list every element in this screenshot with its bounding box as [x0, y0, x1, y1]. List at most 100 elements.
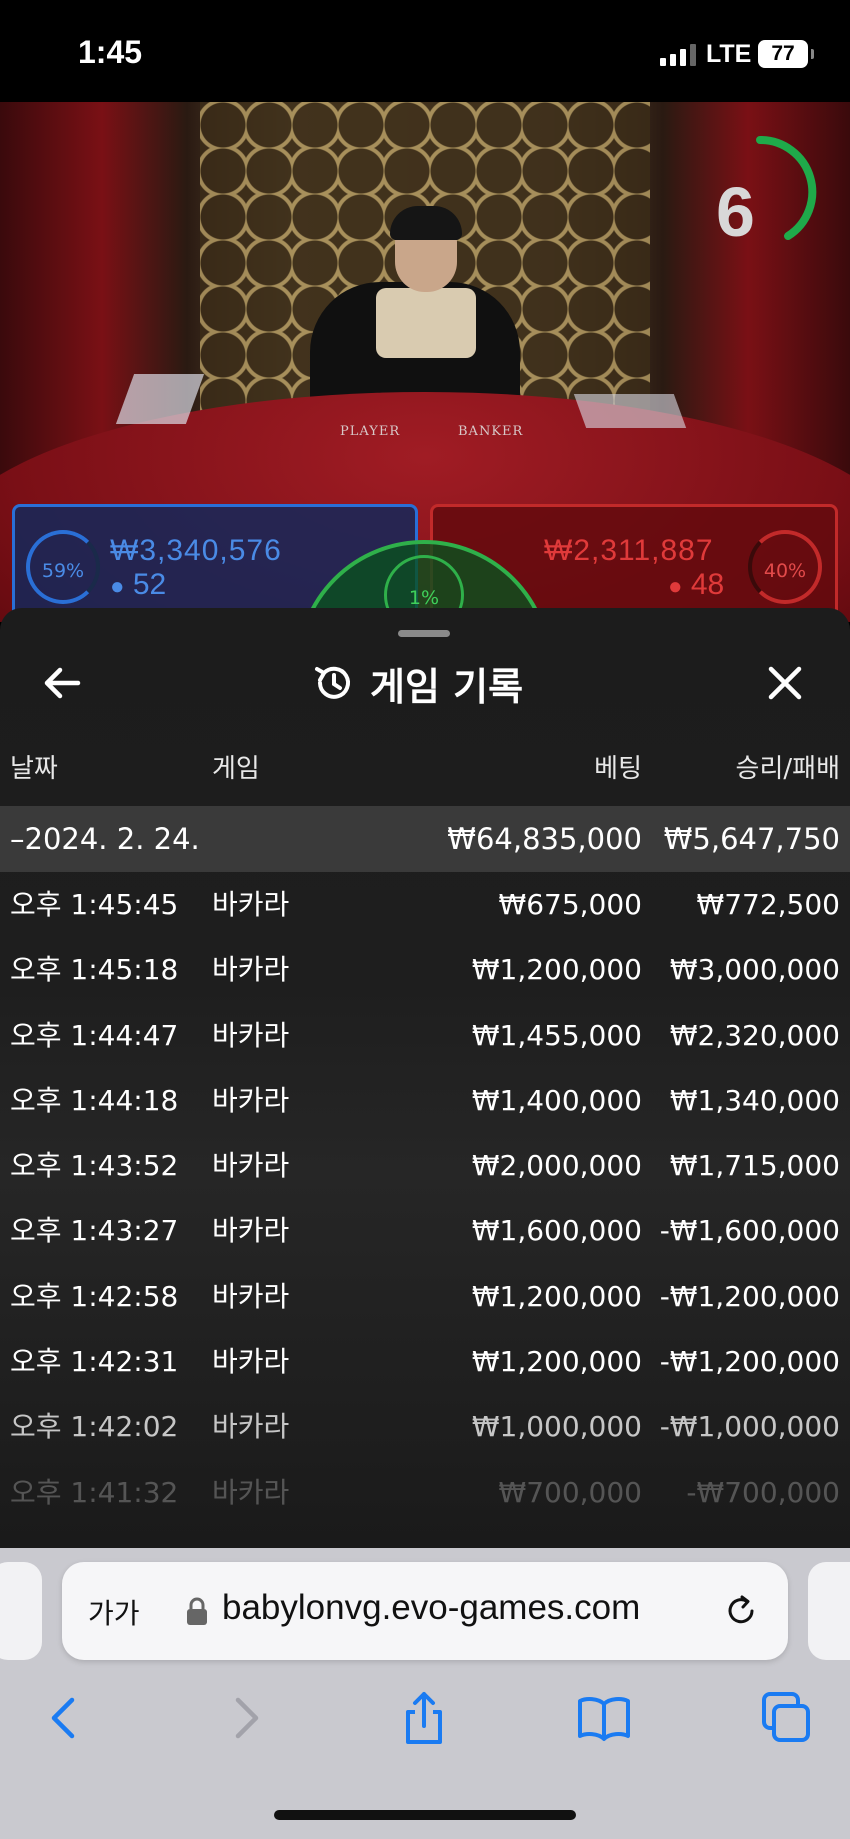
row-game: 바카라: [212, 1149, 290, 1183]
row-time: 오후 1:42:31: [10, 1345, 179, 1379]
column-game: 게임: [212, 754, 260, 784]
row-time: 오후 1:42:02: [10, 1410, 179, 1444]
url-text: babylonvg.evo-games.com: [222, 1588, 641, 1627]
table-player-text: PLAYER: [340, 424, 401, 439]
row-bet: ₩1,455,000: [471, 1018, 642, 1052]
row-win-loss: -₩1,200,000: [659, 1279, 840, 1313]
back-arrow-icon[interactable]: [38, 658, 88, 708]
user-icon: ●: [668, 573, 683, 600]
row-game: 바카라: [212, 888, 290, 921]
history-row[interactable]: 오후 1:43:52 바카라 ₩2,000,000 ₩1,715,000: [0, 1133, 850, 1198]
row-win-loss: ₩3,000,000: [669, 953, 840, 987]
column-bet: 베팅: [594, 754, 642, 784]
row-win-loss: ₩2,320,000: [669, 1018, 840, 1052]
summary-win-loss: ₩5,647,750: [663, 822, 840, 856]
dealer-hair: [390, 206, 462, 240]
address-bar[interactable]: 가가 babylonvg.evo-games.com: [62, 1562, 788, 1660]
row-time: 오후 1:42:58: [10, 1279, 179, 1313]
history-row[interactable]: 오후 1:42:31 바카라 ₩1,200,000 -₩1,200,000: [0, 1329, 850, 1394]
date-summary-row[interactable]: –2024. 2. 24. ₩64,835,000 ₩5,647,750: [0, 806, 850, 872]
row-game: 바카라: [212, 1279, 290, 1313]
tabs-icon[interactable]: [756, 1688, 816, 1748]
home-indicator[interactable]: [274, 1810, 576, 1820]
history-row[interactable]: 오후 1:42:58 바카라 ₩1,200,000 -₩1,200,000: [0, 1264, 850, 1329]
column-date: 날짜: [10, 754, 58, 784]
banker-bettor-count: ● 48: [668, 568, 724, 602]
row-bet: ₩1,200,000: [471, 1279, 642, 1313]
battery-icon: 77: [758, 40, 814, 68]
banker-total-amount: ₩2,311,887: [544, 534, 714, 567]
history-icon: [315, 666, 350, 699]
player-count-value: 52: [132, 568, 167, 601]
history-row[interactable]: 오후 1:45:45 바카라 ₩675,000 ₩772,500: [0, 872, 850, 937]
bookmarks-icon[interactable]: [574, 1688, 634, 1748]
player-percent: 59%: [26, 530, 100, 604]
row-win-loss: -₩1,600,000: [659, 1214, 840, 1248]
row-win-loss: -₩1,200,000: [659, 1345, 840, 1379]
row-game: 바카라: [212, 1214, 290, 1248]
history-row[interactable]: 오후 1:44:47 바카라 ₩1,455,000 ₩2,320,000: [0, 1003, 850, 1068]
player-bettor-count: ● 52: [110, 568, 166, 602]
previous-tab-preview[interactable]: [0, 1562, 42, 1660]
reload-icon[interactable]: [722, 1592, 760, 1630]
summary-bet: ₩64,835,000: [447, 822, 642, 856]
history-list: 오후 1:45:45 바카라 ₩675,000 ₩772,500 오후 1:45:18…: [0, 872, 850, 1525]
browser-toolbar: 가가 babylonvg.evo-games.com: [0, 1548, 850, 1839]
banker-count-value: 48: [690, 568, 725, 601]
close-icon[interactable]: [760, 658, 810, 708]
user-icon: ●: [110, 573, 125, 600]
history-row[interactable]: 오후 1:44:18 바카라 ₩1,400,000 ₩1,340,000: [0, 1068, 850, 1133]
row-bet: ₩1,400,000: [471, 1083, 642, 1117]
row-bet: ₩1,200,000: [471, 953, 642, 987]
row-time: 오후 1:44:18: [10, 1083, 179, 1117]
player-total-amount: ₩3,340,576: [110, 534, 282, 567]
column-win-loss: 승리/패배: [735, 754, 840, 784]
row-time: 오후 1:43:52: [10, 1149, 179, 1183]
history-row[interactable]: 오후 1:41:32 바카라 ₩700,000 -₩700,000: [0, 1460, 850, 1525]
row-bet: ₩2,000,000: [471, 1149, 642, 1183]
history-row[interactable]: 오후 1:43:27 바카라 ₩1,600,000 -₩1,600,000: [0, 1198, 850, 1263]
status-bar: 1:45 LTE 77: [0, 0, 850, 102]
dealer-vest: [376, 288, 476, 358]
signal-strength-icon: [660, 44, 696, 66]
summary-date: –2024. 2. 24.: [10, 822, 200, 856]
back-icon[interactable]: [34, 1688, 94, 1748]
table-banker-text: BANKER: [458, 424, 524, 439]
row-time: 오후 1:44:47: [10, 1018, 179, 1052]
row-win-loss: -₩700,000: [686, 1475, 840, 1509]
row-time: 오후 1:45:45: [10, 888, 179, 921]
lock-icon: [187, 1597, 207, 1625]
banker-percent: 40%: [748, 530, 822, 604]
row-win-loss: ₩772,500: [696, 888, 840, 921]
page-settings-button[interactable]: 가가: [88, 1592, 140, 1632]
row-game: 바카라: [212, 1083, 290, 1117]
game-history-sheet: 게임 기록 날짜 게임 베팅 승리/패배 –2024. 2. 24. ₩64,8…: [0, 608, 850, 1548]
row-game: 바카라: [212, 1345, 290, 1379]
row-bet: ₩1,600,000: [471, 1214, 642, 1248]
row-time: 오후 1:41:32: [10, 1475, 179, 1509]
network-type: LTE: [706, 40, 752, 68]
history-row[interactable]: 오후 1:42:02 바카라 ₩1,000,000 -₩1,000,000: [0, 1394, 850, 1459]
row-game: 바카라: [212, 1410, 290, 1444]
row-bet: ₩675,000: [498, 888, 642, 921]
share-icon[interactable]: [394, 1688, 454, 1748]
row-bet: ₩1,000,000: [471, 1410, 642, 1444]
sheet-grabber[interactable]: [398, 630, 450, 637]
history-row[interactable]: 오후 1:45:18 바카라 ₩1,200,000 ₩3,000,000: [0, 937, 850, 1002]
row-time: 오후 1:43:27: [10, 1214, 179, 1248]
discard-tray: [573, 394, 687, 428]
forward-icon[interactable]: [216, 1688, 276, 1748]
status-time: 1:45: [78, 34, 143, 70]
next-tab-preview[interactable]: [808, 1562, 850, 1660]
row-game: 바카라: [212, 953, 290, 987]
title-text: 게임 기록: [370, 664, 524, 709]
countdown-timer: 6: [716, 173, 755, 251]
row-bet: ₩700,000: [498, 1475, 642, 1509]
table-header: 날짜 게임 베팅 승리/패배: [0, 748, 850, 788]
sheet-title: 게임 기록: [312, 658, 524, 709]
row-time: 오후 1:45:18: [10, 953, 179, 987]
row-game: 바카라: [212, 1475, 290, 1509]
row-win-loss: ₩1,340,000: [669, 1083, 840, 1117]
row-win-loss: -₩1,000,000: [659, 1410, 840, 1444]
row-game: 바카라: [212, 1018, 290, 1052]
